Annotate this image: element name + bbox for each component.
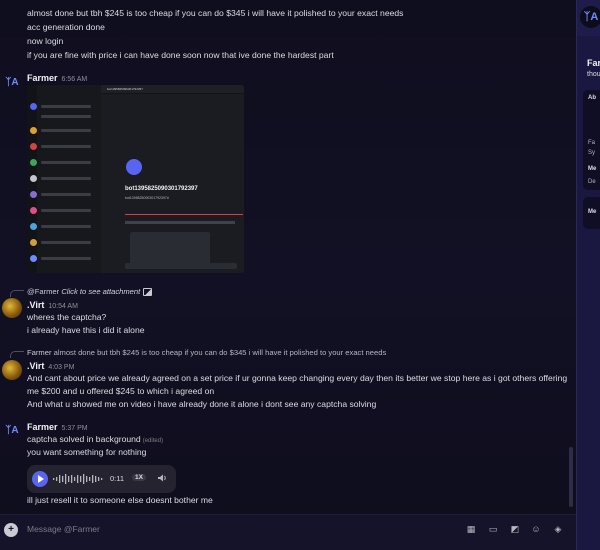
message-author[interactable]: .Virt 4:03 PM [27, 361, 74, 371]
dm-avatar [30, 223, 37, 230]
dm-row [41, 241, 91, 244]
message-input[interactable]: Message @Farmer [27, 524, 100, 534]
profile-username: thou [587, 71, 600, 78]
profile-avatar[interactable]: ᛉA [580, 6, 600, 28]
volume-icon[interactable] [157, 473, 167, 483]
message-author[interactable]: Farmer 6:56 AM [27, 73, 87, 83]
dm-avatar [30, 191, 37, 198]
message-line: And what u showed me on video i have alr… [27, 399, 377, 409]
edited-tag: (edited) [142, 438, 164, 444]
dm-row [41, 161, 91, 164]
reply-preview[interactable]: @Farmer Click to see attachment [27, 287, 153, 296]
message-line: now login [27, 36, 64, 46]
profile-text: Fa [588, 140, 596, 146]
dm-row [41, 129, 91, 132]
message-timestamp: 5:37 PM [61, 425, 88, 432]
dm-row [41, 209, 91, 212]
avatar[interactable]: ᛉA [2, 421, 22, 441]
dm-row [41, 177, 91, 180]
dm-row [41, 225, 91, 228]
about-label: Ab [588, 95, 596, 101]
dm-avatar [30, 159, 37, 166]
new-divider [125, 214, 243, 215]
reply-preview[interactable]: Farmer almost done but tbh $245 is too c… [27, 348, 386, 357]
apps-icon[interactable]: ◈ [552, 523, 564, 535]
message-line: me $200 and u offered $245 to which i ag… [27, 386, 215, 396]
emoji-icon[interactable]: ☺ [530, 523, 542, 535]
dm-avatar [30, 207, 37, 214]
gift-icon[interactable]: ▦ [465, 523, 477, 535]
profile-text: Sy [588, 150, 596, 156]
dm-avatar [30, 127, 37, 134]
dm-row [41, 193, 91, 196]
message-author[interactable]: Farmer 5:37 PM [27, 422, 88, 432]
reply-spine [10, 351, 24, 358]
bot-subtitle: bot1395825090301792397# [125, 196, 169, 200]
avatar[interactable] [2, 298, 22, 318]
profile-name: Far [587, 58, 600, 68]
bot-avatar [126, 159, 142, 175]
message-line: i already have this i did it alone [27, 325, 145, 335]
message-line: wheres the captcha? [27, 312, 107, 322]
member-since-value: De [588, 179, 596, 185]
avatar[interactable]: ᛉA [2, 73, 22, 93]
avatar[interactable] [2, 360, 22, 380]
bot-embed [130, 232, 210, 266]
image-icon [143, 288, 153, 296]
message-line: acc generation done [27, 22, 105, 32]
message-timestamp: 4:03 PM [48, 364, 75, 371]
sticker-icon[interactable]: ◩ [509, 523, 521, 535]
dm-avatar [30, 175, 37, 182]
chat-area: almost done but tbh $245 is too cheap if… [0, 0, 576, 550]
message-line: captcha solved in background (edited) [27, 434, 164, 444]
profile-panel: ᛉA Far thou Ab Fa Sy Me De Me [576, 0, 600, 550]
dm-row [41, 145, 91, 148]
dm-row [41, 105, 91, 108]
bot-name: bot1395825090301792397 [125, 186, 198, 192]
dm-row [41, 115, 91, 118]
reply-spine [10, 290, 24, 297]
attachment-input [125, 263, 237, 269]
message-timestamp: 6:56 AM [61, 76, 88, 83]
dm-avatar [30, 255, 37, 262]
attachment-image[interactable]: bot1395825090301792397 bot13958250903017… [27, 85, 244, 273]
message-line: ill just resell it to someone else doesn… [27, 495, 213, 505]
message-timestamp: 10:54 AM [48, 303, 78, 310]
dm-row [41, 257, 91, 260]
play-button[interactable] [32, 471, 48, 487]
message-composer: + Message @Farmer ▦ ▭ ◩ ☺ ◈ [0, 514, 576, 550]
dm-avatar [30, 103, 37, 110]
message-line: you want something for nothing [27, 447, 147, 457]
add-attachment-icon[interactable]: + [4, 523, 18, 537]
message-line: if you are fine with price i can have do… [27, 50, 334, 60]
playback-speed-button[interactable]: 1X [132, 474, 146, 481]
message-author[interactable]: .Virt 10:54 AM [27, 300, 78, 310]
titlebar-text: bot1395825090301792397 [107, 87, 143, 91]
dm-avatar [30, 239, 37, 246]
member-since-label: Me [588, 166, 597, 172]
bot-message [125, 221, 235, 224]
dm-avatar [30, 143, 37, 150]
mutual-label: Me [588, 209, 597, 215]
message-line: And cant about price we already agreed o… [27, 373, 568, 383]
message-line: almost done but tbh $245 is too cheap if… [27, 8, 404, 18]
voice-duration: 0:11 [110, 474, 125, 483]
scrollbar[interactable] [569, 447, 573, 507]
voice-message: 0:11 1X [27, 465, 176, 493]
gif-icon[interactable]: ▭ [487, 523, 499, 535]
